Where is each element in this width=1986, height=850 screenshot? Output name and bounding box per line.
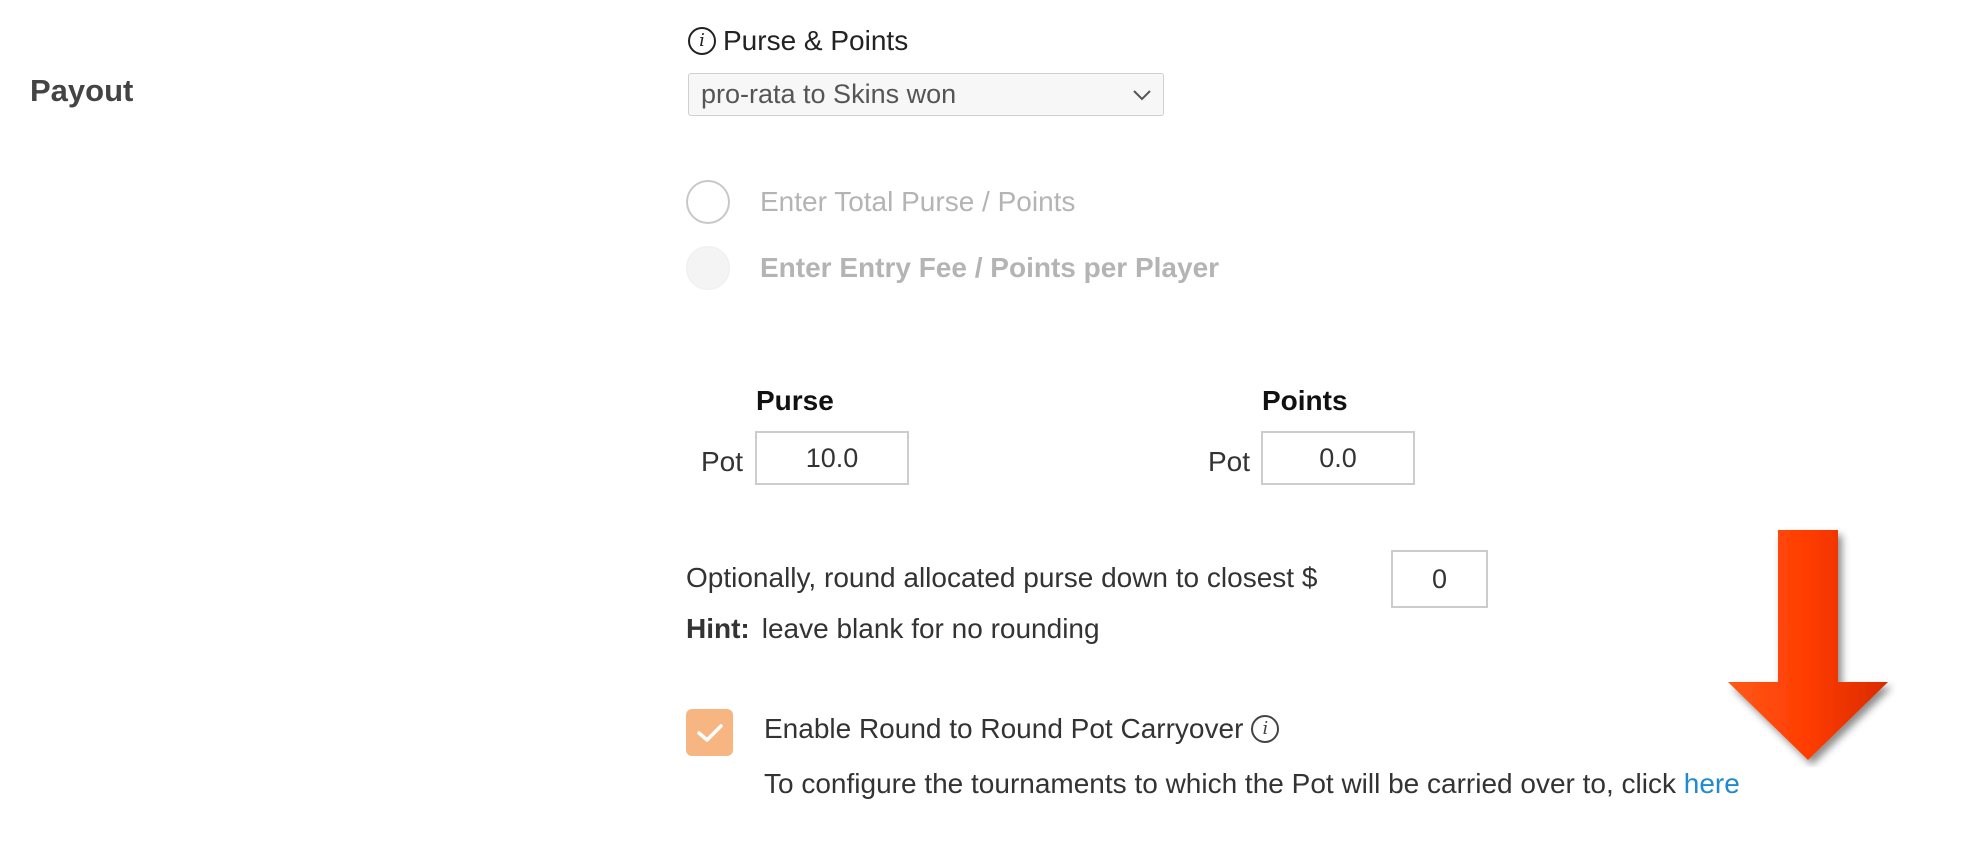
option-entry-fee-label: Enter Entry Fee / Points per Player xyxy=(760,252,1220,283)
purse-pot-label: Pot xyxy=(701,446,744,477)
carryover-label: Enable Round to Round Pot Carryover xyxy=(764,713,1244,744)
info-icon[interactable]: i xyxy=(688,27,716,55)
points-column-header: Points xyxy=(1262,385,1348,416)
purse-points-title: Purse & Points xyxy=(723,25,909,56)
carryover-row: Enable Round to Round Pot Carryover i xyxy=(764,713,1280,745)
carryover-config-link[interactable]: here xyxy=(1684,768,1740,799)
down-arrow-icon xyxy=(1728,530,1888,760)
payout-method-select[interactable]: pro-rata to Skins won xyxy=(688,73,1164,116)
chevron-down-icon xyxy=(1133,90,1151,101)
rounding-label: Optionally, round allocated purse down t… xyxy=(686,562,1318,593)
carryover-info-icon[interactable]: i xyxy=(1251,715,1280,743)
hint-label: Hint: xyxy=(686,613,750,644)
hint-text: leave blank for no rounding xyxy=(761,613,1100,644)
rounding-hint: Hint: leave blank for no rounding xyxy=(686,613,1100,645)
option-total-purse[interactable]: Enter Total Purse / Points xyxy=(686,180,1075,224)
purse-pot-input[interactable]: 10.0 xyxy=(755,431,909,485)
option-entry-fee[interactable]: Enter Entry Fee / Points per Player xyxy=(686,246,1219,290)
payout-method-value: pro-rata to Skins won xyxy=(701,79,957,109)
payout-label: Payout xyxy=(30,73,134,108)
config-text: To configure the tournaments to which th… xyxy=(764,768,1676,799)
carryover-config-text: To configure the tournaments to which th… xyxy=(764,768,1740,800)
carryover-checkbox[interactable] xyxy=(686,709,733,756)
purse-column-header: Purse xyxy=(756,385,834,416)
points-pot-input[interactable]: 0.0 xyxy=(1261,431,1415,485)
rounding-input[interactable]: 0 xyxy=(1391,550,1488,608)
points-pot-label: Pot xyxy=(1208,446,1251,477)
option-total-purse-label: Enter Total Purse / Points xyxy=(760,186,1076,217)
checkmark-icon xyxy=(696,723,723,742)
radio-entry-fee[interactable] xyxy=(686,246,730,290)
radio-total-purse[interactable] xyxy=(686,180,730,224)
purse-points-header: i Purse & Points xyxy=(688,25,908,57)
